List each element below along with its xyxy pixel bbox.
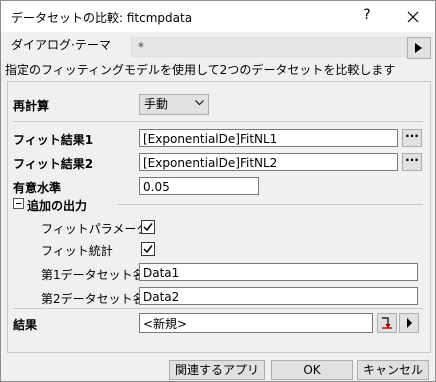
extra-output-label: 追加の出力 xyxy=(27,199,88,213)
collapse-toggle[interactable] xyxy=(13,198,24,209)
result-label: 結果 xyxy=(13,318,38,332)
output-arrow-icon xyxy=(382,317,392,329)
significance-label: 有意水準 xyxy=(13,181,62,195)
fit-result1-browse-button[interactable]: ··· xyxy=(402,129,422,147)
cancel-button[interactable]: キャンセル xyxy=(357,360,429,380)
dialog-theme-label: ダイアログ·テーマ xyxy=(11,38,111,52)
recalc-label: 再計算 xyxy=(13,99,50,113)
minus-icon xyxy=(16,203,21,204)
fit-result1-input[interactable]: [ExponentialDe]FitNL1 xyxy=(139,129,398,147)
fit-params-checkbox[interactable] xyxy=(141,220,155,234)
fit-result1-label: フィット結果1 xyxy=(13,133,94,147)
fit-result2-label: フィット結果2 xyxy=(13,157,94,171)
separator xyxy=(13,121,423,122)
dataset2-name-label: 第2データセット名 xyxy=(41,292,145,306)
separator xyxy=(13,308,423,309)
fit-params-label: フィットパラメータ xyxy=(41,222,149,236)
fit-result2-browse-button[interactable]: ··· xyxy=(402,153,422,171)
window-title: データセットの比較: fitcmpdata xyxy=(11,11,193,25)
chevron-down-icon xyxy=(195,100,204,106)
ok-button[interactable]: OK xyxy=(271,360,353,380)
dialog-window: データセットの比較: fitcmpdata ? ダイアログ·テーマ * 指定のフ… xyxy=(0,0,436,382)
result-menu-button[interactable] xyxy=(399,313,419,333)
fit-stats-checkbox[interactable] xyxy=(141,242,155,256)
dataset1-name-label: 第1データセット名 xyxy=(41,268,145,282)
recalc-value: 手動 xyxy=(144,97,169,111)
checkmark-icon xyxy=(143,245,153,254)
fit-stats-label: フィット統計 xyxy=(41,244,113,258)
help-button[interactable]: ? xyxy=(357,7,377,27)
theme-menu-button[interactable] xyxy=(407,37,431,59)
dialog-theme-field[interactable]: * xyxy=(131,37,407,57)
separator xyxy=(117,204,423,205)
result-input[interactable]: <新規> xyxy=(139,313,373,333)
close-button[interactable] xyxy=(397,5,429,29)
fit-result2-input[interactable]: [ExponentialDe]FitNL2 xyxy=(139,153,398,171)
checkmark-icon xyxy=(143,223,153,232)
triangle-right-icon xyxy=(415,43,422,53)
recalc-dropdown[interactable]: 手動 xyxy=(139,94,209,115)
triangle-right-icon xyxy=(407,318,412,328)
result-output-button[interactable] xyxy=(377,313,397,333)
dataset1-name-input[interactable]: Data1 xyxy=(139,263,418,281)
dialog-description: 指定のフィッティングモデルを使用して2つのデータセットを比較します xyxy=(5,63,396,77)
title-bar: データセットの比較: fitcmpdata ? xyxy=(1,1,435,32)
related-apps-button[interactable]: 関連するアプリ xyxy=(169,360,265,380)
significance-input[interactable]: 0.05 xyxy=(139,177,259,195)
dataset2-name-input[interactable]: Data2 xyxy=(139,287,418,305)
close-icon xyxy=(407,11,419,23)
